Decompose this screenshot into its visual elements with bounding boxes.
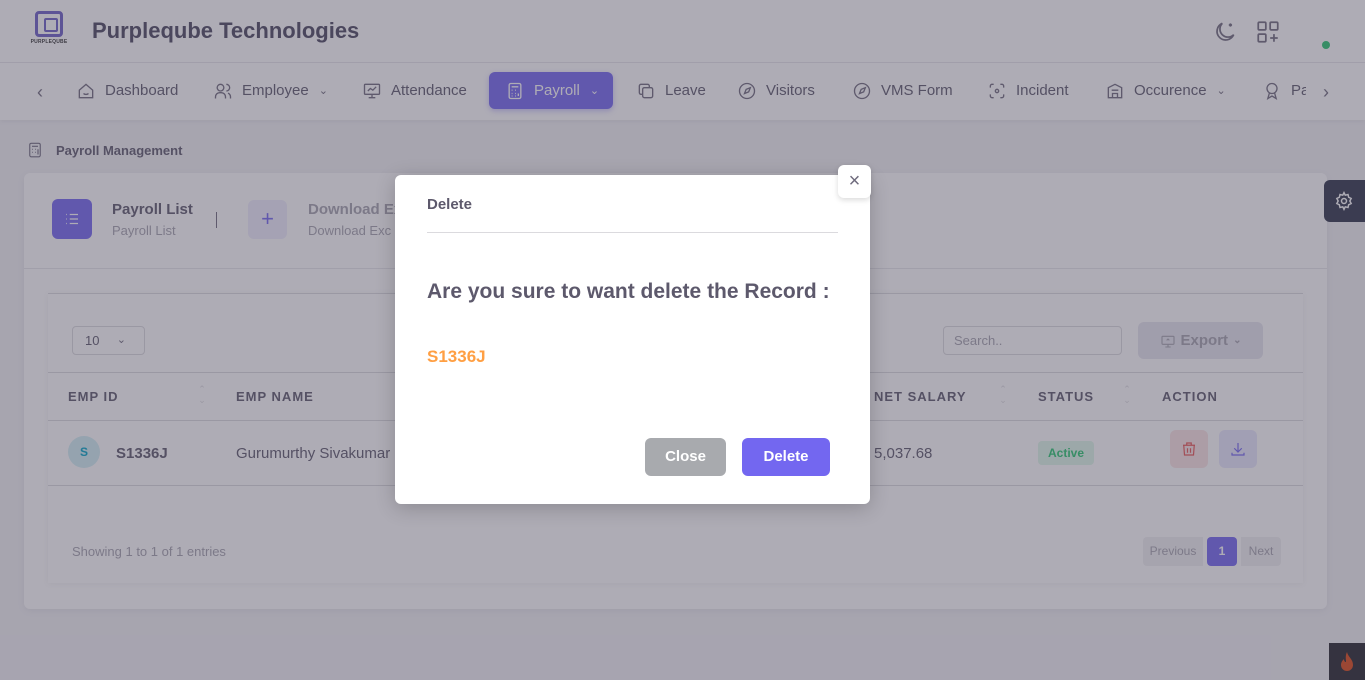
- close-icon[interactable]: ×: [838, 165, 871, 198]
- delete-button[interactable]: Delete: [742, 438, 830, 476]
- close-button[interactable]: Close: [645, 438, 726, 476]
- modal-title: Delete: [427, 196, 473, 213]
- modal-question: Are you sure to want delete the Record :: [427, 280, 830, 303]
- modal-record-id: S1336J: [427, 347, 486, 366]
- modal-divider: [427, 232, 838, 233]
